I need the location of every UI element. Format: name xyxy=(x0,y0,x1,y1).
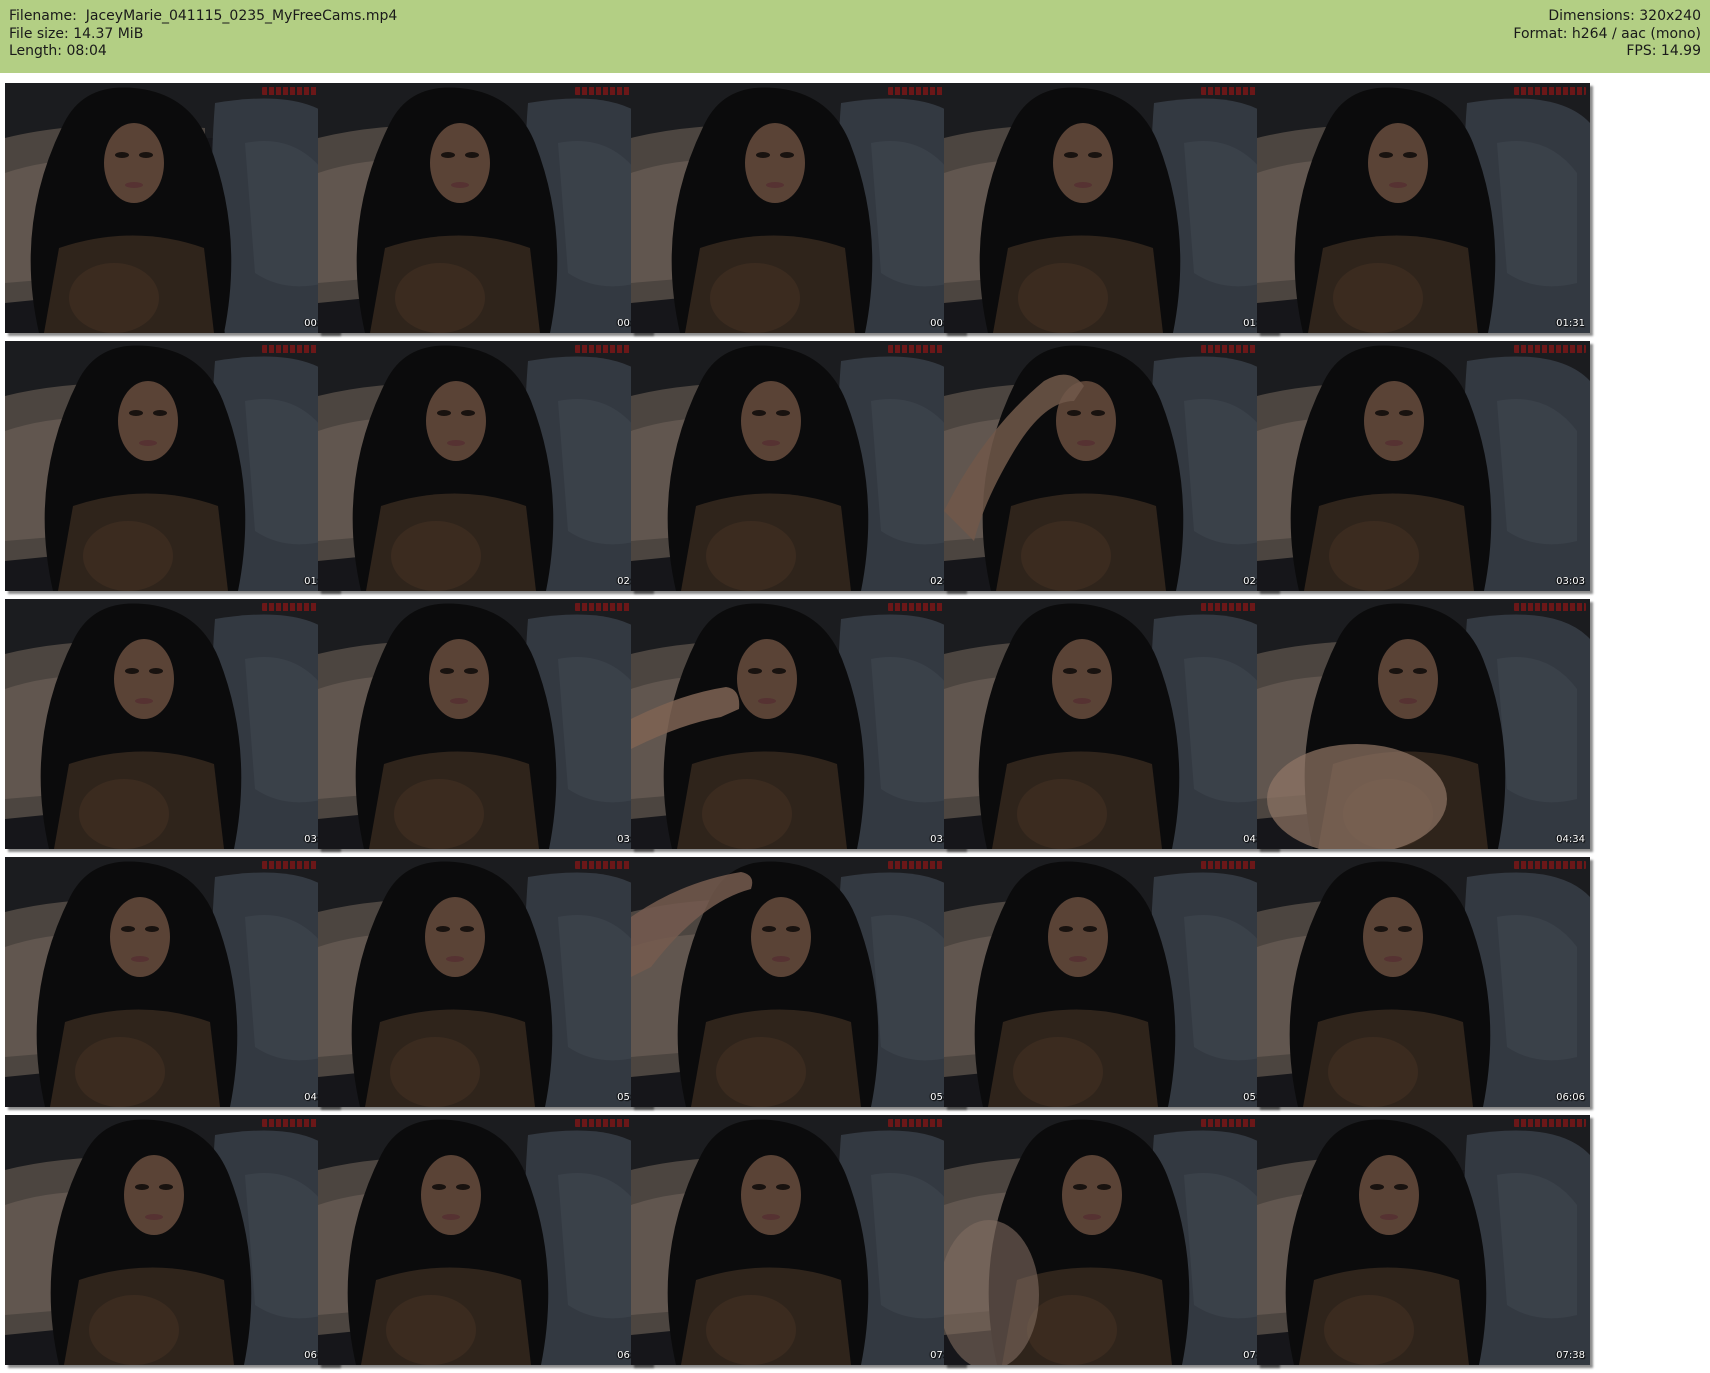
thumbnail-frame: 02:08 xyxy=(318,341,651,591)
length-value: 08:04 xyxy=(66,43,107,59)
thumbnail-frame: 06:06 xyxy=(1257,857,1590,1107)
dimensions-label: Dimensions: xyxy=(1548,8,1635,24)
frame-image xyxy=(5,341,338,591)
frame-image xyxy=(5,1115,338,1365)
thumbnail-grid: 00:18 00:36 xyxy=(5,83,1705,1368)
thumbnail-frame: 01:31 xyxy=(1257,83,1590,333)
thumbnail-frame: 05:48 xyxy=(944,857,1277,1107)
frame-image xyxy=(944,341,1277,591)
frame-image xyxy=(318,341,651,591)
thumbnail-frame: 07:38 xyxy=(1257,1115,1590,1365)
thumbnail-frame: 05:11 xyxy=(318,857,651,1107)
frame-timestamp: 04:34 xyxy=(1556,834,1585,845)
dimensions-line: Dimensions: 320x240 xyxy=(1513,8,1701,26)
frame-timestamp: 06:06 xyxy=(1556,1092,1585,1103)
thumbnail-frame: 01:13 xyxy=(944,83,1277,333)
frame-image xyxy=(318,857,651,1107)
thumbnail-frame: 04:34 xyxy=(1257,599,1590,849)
frame-image xyxy=(631,1115,964,1365)
info-right: Dimensions: 320x240 Format: h264 / aac (… xyxy=(1513,8,1701,61)
thumbnail-frame: 05:29 xyxy=(631,857,964,1107)
frame-timestamp: 03:03 xyxy=(1556,576,1585,587)
frame-timestamp: 01:31 xyxy=(1556,318,1585,329)
frame-timestamp: 07:38 xyxy=(1556,1350,1585,1361)
frame-image xyxy=(631,857,964,1107)
filename-line: Filename: JaceyMarie_041115_0235_MyFreeC… xyxy=(9,8,397,26)
thumbnail-frame: 02:44 xyxy=(944,341,1277,591)
thumbnail-frame: 04:53 xyxy=(5,857,338,1107)
info-left: Filename: JaceyMarie_041115_0235_MyFreeC… xyxy=(9,8,397,61)
frame-image xyxy=(631,341,964,591)
thumbnail-frame: 03:21 xyxy=(5,599,338,849)
info-header: Filename: JaceyMarie_041115_0235_MyFreeC… xyxy=(0,0,1710,73)
frame-image xyxy=(631,599,964,849)
thumbnail-frame: 00:54 xyxy=(631,83,964,333)
frame-image xyxy=(631,83,964,333)
thumbnail-frame: 04:16 xyxy=(944,599,1277,849)
frame-image xyxy=(1257,83,1590,333)
frame-image xyxy=(318,83,651,333)
frame-image xyxy=(944,599,1277,849)
thumbnail-frame: 01:49 xyxy=(5,341,338,591)
frame-image xyxy=(944,1115,1277,1365)
fps-label: FPS: xyxy=(1626,43,1657,59)
fps-value: 14.99 xyxy=(1660,43,1701,59)
frame-image xyxy=(5,599,338,849)
frame-image xyxy=(944,857,1277,1107)
length-label: Length: xyxy=(9,43,63,59)
format-label: Format: xyxy=(1513,25,1568,42)
thumbnail-frame: 07:01 xyxy=(631,1115,964,1365)
filesize-line: File size: 14.37 MiB xyxy=(9,26,397,44)
watermark xyxy=(1514,861,1586,869)
frame-image xyxy=(1257,599,1590,849)
thumbnail-frame: 07:19 xyxy=(944,1115,1277,1365)
thumbnail-frame: 03:03 xyxy=(1257,341,1590,591)
frame-image xyxy=(1257,857,1590,1107)
frame-image xyxy=(1257,341,1590,591)
thumbnail-frame: 03:39 xyxy=(318,599,651,849)
frame-image xyxy=(318,1115,651,1365)
filename-label: Filename: xyxy=(9,8,77,24)
filename-value: JaceyMarie_041115_0235_MyFreeCams.mp4 xyxy=(85,8,398,24)
thumbnail-frame: 00:18 xyxy=(5,83,338,333)
watermark xyxy=(1514,345,1586,353)
format-value: h264 / aac (mono) xyxy=(1571,25,1701,42)
watermark xyxy=(1514,1119,1586,1127)
watermark xyxy=(1514,603,1586,611)
frame-image xyxy=(1257,1115,1590,1365)
thumbnail-frame: 02:26 xyxy=(631,341,964,591)
frame-image xyxy=(5,857,338,1107)
thumbnail-frame: 03:58 xyxy=(631,599,964,849)
frame-image xyxy=(944,83,1277,333)
thumbnail-frame: 06:24 xyxy=(5,1115,338,1365)
watermark xyxy=(1514,87,1586,95)
thumbnail-frame: 06:43 xyxy=(318,1115,651,1365)
filesize-value: 14.37 MiB xyxy=(73,25,144,42)
dimensions-value: 320x240 xyxy=(1639,8,1701,24)
filesize-label: File size: xyxy=(9,25,69,42)
frame-image xyxy=(318,599,651,849)
length-line: Length: 08:04 xyxy=(9,43,397,61)
frame-image xyxy=(5,83,338,333)
thumbnail-frame: 00:36 xyxy=(318,83,651,333)
fps-line: FPS: 14.99 xyxy=(1513,43,1701,61)
format-line: Format: h264 / aac (mono) xyxy=(1513,26,1701,44)
